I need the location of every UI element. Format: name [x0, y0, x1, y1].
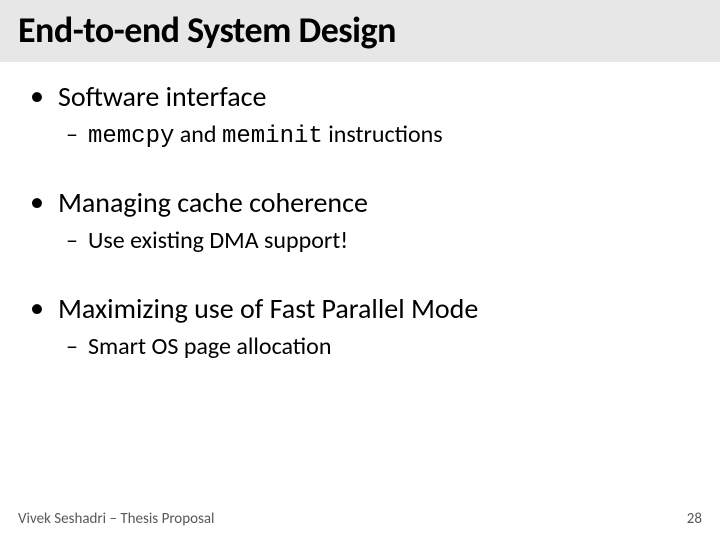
bullet-dot-icon: • — [30, 80, 44, 112]
footer-author: Vivek Seshadri – Thesis Proposal — [18, 510, 215, 528]
bullet-item: • Managing cache coherence — [28, 186, 692, 220]
title-bar: End-to-end System Design — [0, 0, 720, 62]
dash-icon: – — [66, 120, 78, 150]
sub-text-prefix: Use existing DMA support! — [88, 226, 348, 255]
sub-bullet-text: memcpy and meminit instructions — [88, 120, 443, 152]
bullet-text: Software interface — [58, 80, 266, 114]
page-number: 28 — [687, 510, 702, 528]
slide-title: End-to-end System Design — [18, 8, 702, 52]
bullet-text: Maximizing use of Fast Parallel Mode — [58, 292, 478, 326]
sub-text-mid: and — [174, 120, 222, 149]
sub-bullet-item: – Smart OS page allocation — [66, 332, 692, 364]
sub-text-prefix: Smart OS page allocation — [88, 332, 331, 361]
dash-icon: – — [66, 332, 78, 362]
sub-bullet-text: Use existing DMA support! — [88, 226, 348, 258]
code-token: memcpy — [88, 123, 174, 150]
slide: End-to-end System Design • Software inte… — [0, 0, 720, 540]
bullet-dot-icon: • — [30, 292, 44, 324]
bullet-text: Managing cache coherence — [58, 186, 368, 220]
sub-bullet-item: – Use existing DMA support! — [66, 226, 692, 258]
footer: Vivek Seshadri – Thesis Proposal 28 — [18, 510, 702, 528]
code-token: meminit — [222, 123, 323, 150]
bullet-item: • Maximizing use of Fast Parallel Mode — [28, 292, 692, 326]
content-area: • Software interface – memcpy and memini… — [0, 62, 720, 364]
bullet-item: • Software interface — [28, 80, 692, 114]
sub-bullet-text: Smart OS page allocation — [88, 332, 331, 364]
sub-text-suffix: instructions — [323, 120, 443, 149]
dash-icon: – — [66, 226, 78, 256]
bullet-dot-icon: • — [30, 186, 44, 218]
sub-bullet-item: – memcpy and meminit instructions — [66, 120, 692, 152]
